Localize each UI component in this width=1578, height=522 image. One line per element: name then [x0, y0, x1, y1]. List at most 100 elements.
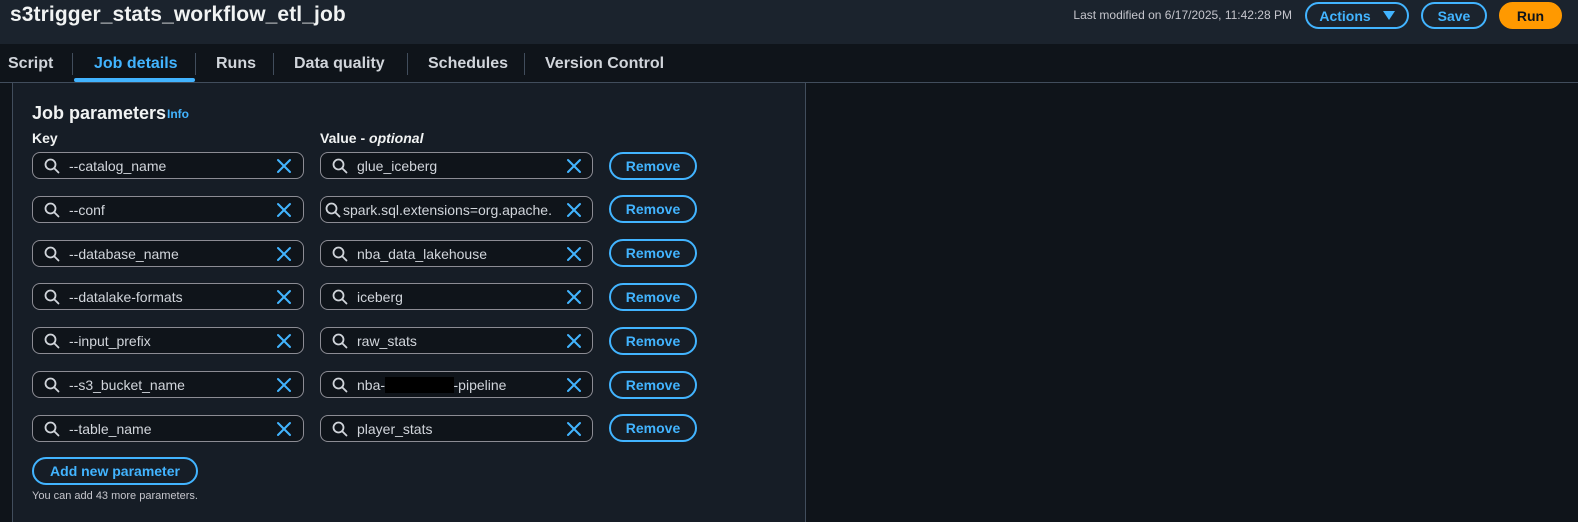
search-icon: [44, 289, 60, 305]
value-text: player_stats: [357, 420, 433, 437]
key-text: --database_name: [69, 245, 179, 262]
value-text: nba_data_lakehouse: [357, 245, 488, 262]
search-icon: [44, 246, 60, 262]
job-title: s3trigger_stats_workflow_etl_job: [10, 3, 346, 26]
tab-divider: [407, 53, 408, 75]
key-input[interactable]: --conf: [32, 195, 304, 223]
search-icon: [44, 333, 60, 349]
value-text: spark.sql.extensions=org.apache.: [343, 201, 552, 218]
remove-button[interactable]: Remove: [609, 151, 697, 180]
value-column-label: Value - optional: [320, 130, 423, 146]
close-icon[interactable]: [276, 377, 292, 393]
value-input[interactable]: glue_iceberg: [320, 152, 593, 179]
redacted-text: stats-bleep: [385, 377, 454, 393]
optional-label: optional: [369, 130, 424, 146]
value-text-wrap: raw_stats: [357, 333, 562, 349]
key-input[interactable]: --database_name: [32, 239, 304, 267]
value-input[interactable]: iceberg: [320, 283, 593, 311]
top-bar: s3trigger_stats_workflow_etl_job Last mo…: [0, 0, 1578, 44]
caret-down-icon: [1382, 11, 1395, 20]
save-button[interactable]: Save: [1421, 2, 1487, 29]
active-tab-indicator: [74, 78, 195, 82]
value-text-wrap: glue_iceberg: [357, 158, 562, 174]
value-input[interactable]: nba-stats-bleep-pipeline: [320, 371, 593, 398]
value-text-wrap: player_stats: [357, 421, 562, 437]
search-icon: [332, 246, 348, 262]
key-text: --conf: [69, 201, 105, 218]
close-icon[interactable]: [276, 421, 292, 437]
value-label-text: Value -: [320, 130, 370, 146]
search-icon: [332, 158, 348, 174]
close-icon[interactable]: [566, 421, 582, 437]
run-button[interactable]: Run: [1499, 2, 1562, 29]
tab-schedules[interactable]: Schedules: [428, 55, 508, 73]
tab-divider: [195, 53, 196, 75]
close-icon[interactable]: [566, 333, 582, 349]
remove-button[interactable]: Remove: [609, 326, 697, 355]
search-icon: [332, 377, 348, 393]
job-parameters-heading: Job parameters: [32, 103, 167, 123]
remove-button[interactable]: Remove: [609, 195, 697, 224]
key-text: --datalake-formats: [69, 289, 183, 306]
search-icon: [44, 421, 60, 437]
key-input[interactable]: --input_prefix: [32, 327, 304, 355]
key-text: --catalog_name: [69, 158, 167, 174]
value-text-wrap: nba_data_lakehouse: [357, 246, 562, 262]
remove-button[interactable]: Remove: [609, 370, 697, 399]
search-icon: [332, 421, 348, 437]
actions-button-label: Actions: [1319, 7, 1371, 24]
value-suffix: -pipeline: [453, 377, 507, 393]
key-text: --table_name: [69, 420, 152, 437]
tab-divider: [273, 53, 274, 75]
tab-data-quality[interactable]: Data quality: [294, 55, 385, 73]
value-text-wrap: nba-stats-bleep-pipeline: [357, 377, 562, 393]
search-icon: [332, 289, 348, 305]
tab-divider: [524, 53, 525, 75]
tab-bar: Script Job details Runs Data quality Sch…: [0, 44, 1578, 83]
search-icon: [44, 158, 60, 174]
value-text-wrap: iceberg: [357, 289, 562, 305]
close-icon[interactable]: [276, 289, 292, 305]
remove-button[interactable]: Remove: [609, 282, 697, 311]
tab-divider: [72, 53, 73, 75]
close-icon[interactable]: [566, 377, 582, 393]
info-link[interactable]: Info: [167, 107, 189, 121]
remove-button[interactable]: Remove: [609, 239, 697, 268]
value-text: iceberg: [357, 289, 403, 306]
value-prefix: nba-: [357, 377, 386, 393]
close-icon[interactable]: [276, 333, 292, 349]
key-input[interactable]: --datalake-formats: [32, 283, 304, 311]
value-input[interactable]: nba_data_lakehouse: [320, 239, 593, 267]
close-icon[interactable]: [566, 202, 582, 218]
value-input[interactable]: spark.sql.extensions=org.apache.: [320, 195, 593, 223]
last-modified-text: Last modified on 6/17/2025, 11:42:28 PM: [1073, 8, 1292, 22]
tab-job-details[interactable]: Job details: [94, 55, 178, 73]
tab-script[interactable]: Script: [8, 55, 53, 73]
close-icon[interactable]: [566, 158, 582, 174]
value-text-wrap: spark.sql.extensions=org.apache.: [343, 202, 564, 218]
key-input[interactable]: --s3_bucket_name: [32, 371, 304, 398]
key-input[interactable]: --table_name: [32, 414, 304, 442]
key-text: --input_prefix: [69, 333, 151, 350]
remove-button[interactable]: Remove: [609, 414, 697, 443]
key-column-label: Key: [32, 130, 58, 146]
close-icon[interactable]: [276, 202, 292, 218]
tab-version-control[interactable]: Version Control: [545, 55, 664, 73]
value-text: glue_iceberg: [357, 158, 438, 174]
parameter-limit-hint: You can add 43 more parameters.: [32, 490, 198, 502]
search-icon: [44, 202, 60, 218]
value-input[interactable]: raw_stats: [320, 327, 593, 355]
value-input[interactable]: player_stats: [320, 414, 593, 442]
close-icon[interactable]: [276, 158, 292, 174]
close-icon[interactable]: [276, 246, 292, 262]
add-parameter-button[interactable]: Add new parameter: [32, 457, 198, 485]
actions-button[interactable]: Actions: [1305, 2, 1409, 29]
value-text: raw_stats: [357, 333, 417, 350]
key-input[interactable]: --catalog_name: [32, 152, 304, 179]
tab-runs[interactable]: Runs: [216, 55, 256, 73]
search-icon: [44, 377, 60, 393]
close-icon[interactable]: [566, 246, 582, 262]
search-icon: [325, 202, 341, 218]
close-icon[interactable]: [566, 289, 582, 305]
search-icon: [332, 333, 348, 349]
